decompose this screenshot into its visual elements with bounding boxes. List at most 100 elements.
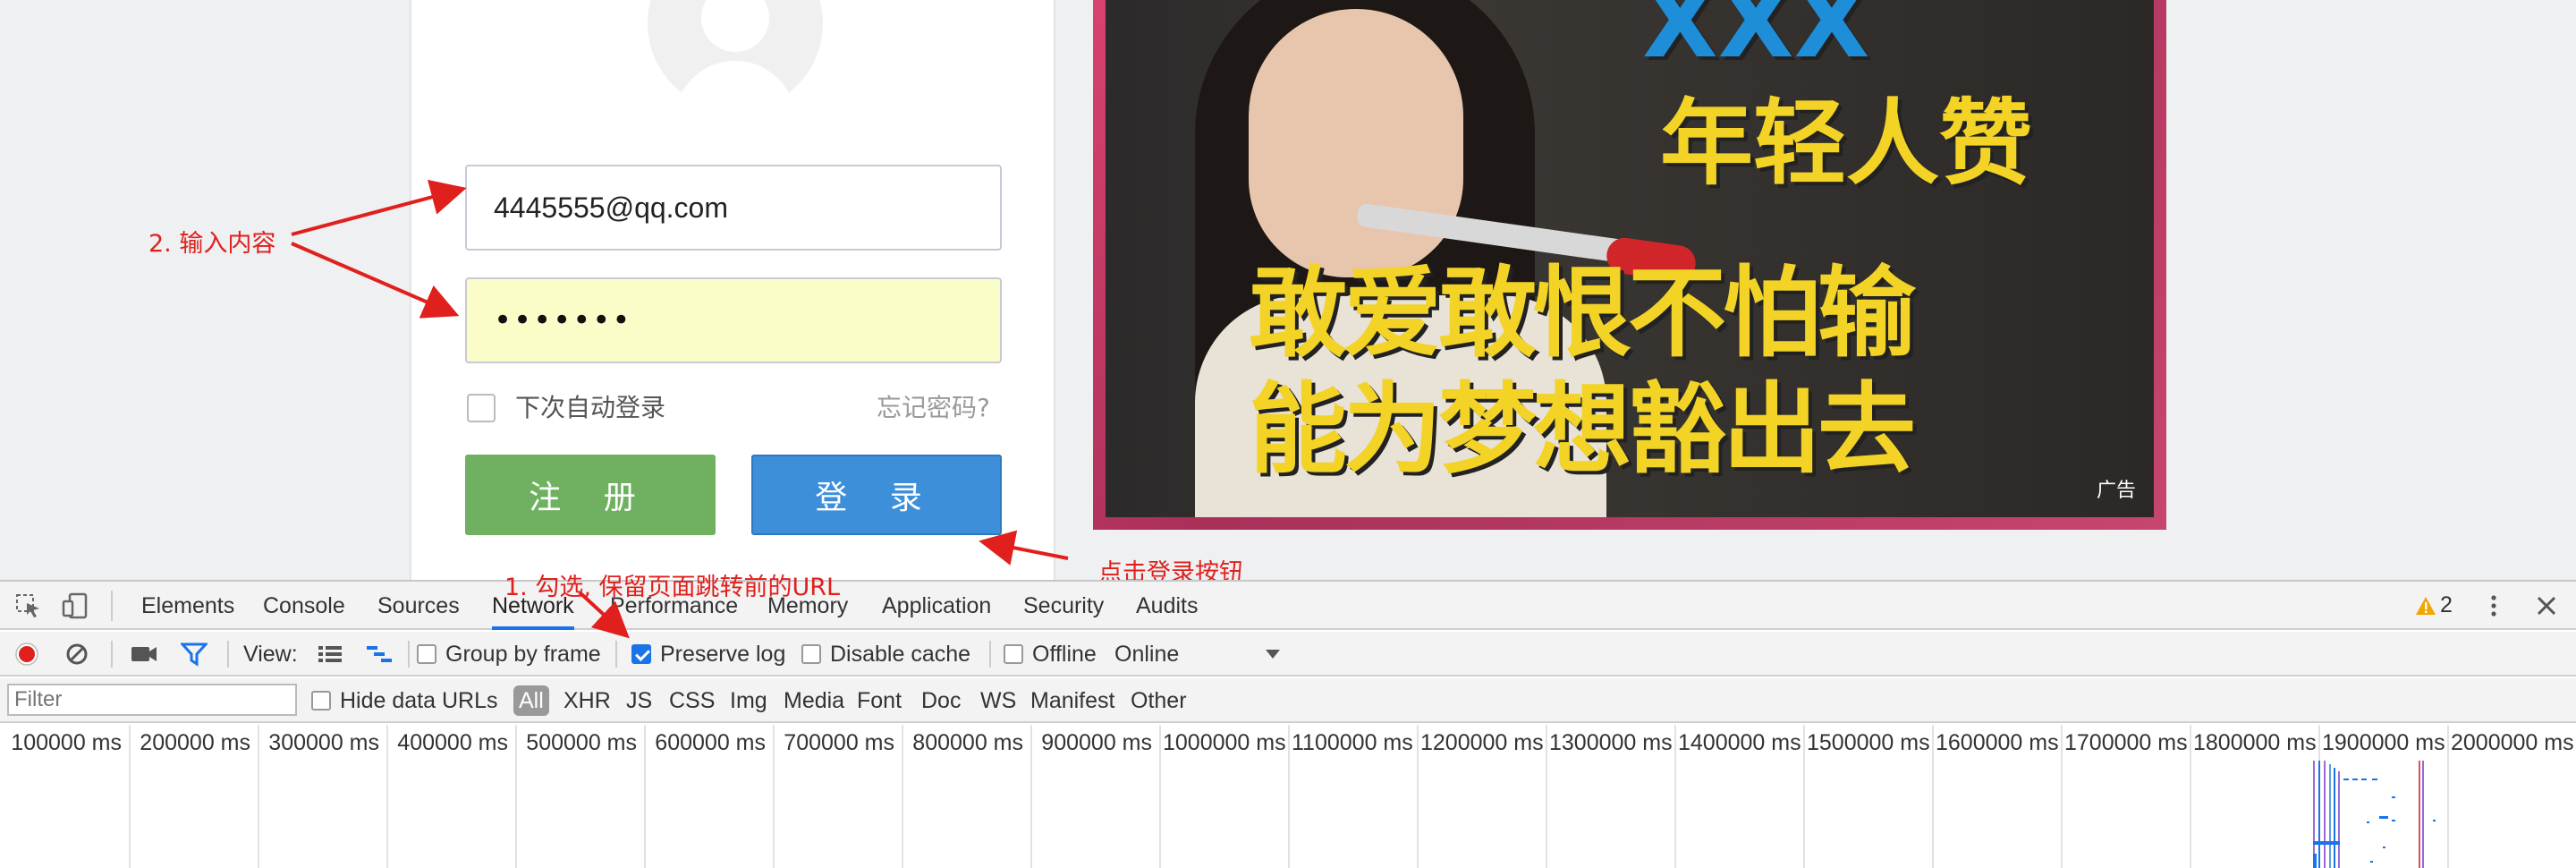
- inspect-icon[interactable]: [14, 592, 43, 619]
- waterfall-view-icon[interactable]: [365, 632, 394, 677]
- filter-input[interactable]: [7, 684, 297, 716]
- timeline-gridline: [2190, 725, 2191, 868]
- checkbox-box[interactable]: [801, 644, 821, 664]
- offline-label: Offline: [1032, 641, 1097, 667]
- tab-elements[interactable]: Elements: [141, 582, 234, 630]
- password-field[interactable]: •••••••: [465, 277, 1002, 363]
- ad-label: 广告: [2096, 480, 2136, 502]
- timeline-gridline: [386, 725, 388, 868]
- camera-icon[interactable]: [131, 632, 157, 677]
- timeline-gridline: [1546, 725, 1547, 868]
- close-icon[interactable]: [2533, 592, 2560, 619]
- list-view-icon[interactable]: [317, 632, 343, 677]
- timeline-tick-label: 1600000 ms: [1936, 730, 2059, 755]
- type-filter-all[interactable]: All: [513, 685, 549, 716]
- timeline-gridline: [1803, 725, 1805, 868]
- preserve-log-label: Preserve log: [660, 641, 786, 667]
- timeline-gridline: [1030, 725, 1032, 868]
- separator: [111, 591, 113, 621]
- register-button[interactable]: 注 册: [465, 455, 716, 535]
- timeline-tick-label: 200000 ms: [140, 730, 250, 755]
- warning-badge[interactable]: 2: [2415, 592, 2453, 618]
- throttling-select[interactable]: Online: [1114, 632, 1281, 677]
- timeline-gridline: [2061, 725, 2063, 868]
- ad-slogan: XXX 年轻人赞 敢爱敢恨不怕输 能为梦想豁出去: [1249, 0, 2154, 517]
- type-filter-img[interactable]: Img: [730, 678, 767, 723]
- type-filter-doc[interactable]: Doc: [921, 678, 961, 723]
- separator: [989, 641, 991, 668]
- tab-application[interactable]: Application: [882, 582, 991, 630]
- timeline-tick-label: 1800000 ms: [2193, 730, 2317, 755]
- type-filter-css[interactable]: CSS: [669, 678, 715, 723]
- timeline-tick-label: 600000 ms: [655, 730, 766, 755]
- remember-me-label[interactable]: 下次自动登录: [515, 394, 665, 422]
- timeline-tick-label: 1900000 ms: [2322, 730, 2445, 755]
- timeline-gridline: [129, 725, 131, 868]
- kebab-icon[interactable]: [2487, 592, 2501, 619]
- throttling-value: Online: [1114, 641, 1180, 667]
- checkbox-box[interactable]: [311, 691, 331, 711]
- network-filter-bar: Hide data URLs All XHR JS CSS Img Media Font Do…: [0, 678, 2576, 723]
- checkbox-box[interactable]: [1004, 644, 1023, 664]
- type-filter-other[interactable]: Other: [1131, 678, 1187, 723]
- annotation-input-note: 2. 输入内容: [148, 230, 276, 258]
- checkbox-box[interactable]: [631, 644, 651, 664]
- tab-audits[interactable]: Audits: [1136, 582, 1198, 630]
- tab-sources[interactable]: Sources: [377, 582, 460, 630]
- ad-image: XXX 年轻人赞 敢爱敢恨不怕输 能为梦想豁出去 广告: [1106, 0, 2154, 517]
- network-toolbar: View: Group by frame Preserve log Disabl…: [0, 632, 2576, 677]
- group-by-frame-checkbox[interactable]: Group by frame: [417, 632, 601, 677]
- offline-checkbox[interactable]: Offline: [1004, 632, 1097, 677]
- timeline-tick-label: 100000 ms: [11, 730, 122, 755]
- tab-console[interactable]: Console: [263, 582, 345, 630]
- timeline-tick-label: 700000 ms: [784, 730, 894, 755]
- timeline-tick-label: 1500000 ms: [1807, 730, 1930, 755]
- timeline-tick-label: 1200000 ms: [1420, 730, 1544, 755]
- warning-icon: [2416, 596, 2436, 615]
- clear-icon[interactable]: [64, 632, 89, 677]
- timeline-tick-label: 300000 ms: [268, 730, 379, 755]
- timeline-tick-label: 900000 ms: [1041, 730, 1152, 755]
- type-filter-manifest[interactable]: Manifest: [1030, 678, 1114, 723]
- annotation-preserve-note: 1. 勾选, 保留页面跳转前的URL: [504, 574, 841, 601]
- ad-banner[interactable]: XXX 年轻人赞 敢爱敢恨不怕输 能为梦想豁出去 广告: [1093, 0, 2166, 530]
- type-filter-font[interactable]: Font: [857, 678, 902, 723]
- login-button[interactable]: 登 录: [751, 455, 1002, 535]
- record-icon[interactable]: [14, 632, 39, 677]
- timeline-tick-label: 1700000 ms: [2064, 730, 2188, 755]
- separator: [408, 641, 410, 668]
- dropdown-icon: [1266, 650, 1281, 659]
- timeline-gridline: [644, 725, 646, 868]
- group-by-frame-label: Group by frame: [445, 641, 601, 667]
- timeline-tick-label: 1400000 ms: [1678, 730, 1801, 755]
- remember-me-checkbox[interactable]: [467, 394, 496, 422]
- device-icon[interactable]: [61, 592, 89, 619]
- separator: [111, 641, 113, 668]
- filter-icon[interactable]: [181, 632, 208, 677]
- disable-cache-label: Disable cache: [830, 641, 971, 667]
- timeline-tick-label: 2000000 ms: [2451, 730, 2574, 755]
- timeline-tick-label: 800000 ms: [912, 730, 1023, 755]
- ad-slogan-line: 能为梦想豁出去: [1249, 372, 1916, 487]
- ad-slogan-line: 敢爱敢恨不怕输: [1249, 256, 1916, 370]
- devtools-tab-bar: Elements Console Sources Network Performance…: [0, 582, 2576, 630]
- hide-data-urls-checkbox[interactable]: Hide data URLs: [311, 678, 497, 723]
- disable-cache-checkbox[interactable]: Disable cache: [801, 632, 970, 677]
- web-page: 4445555@qq.com ••••••• 下次自动登录 忘记密码? 注 册 …: [0, 0, 2576, 580]
- hide-data-urls-label: Hide data URLs: [340, 687, 498, 713]
- preserve-log-checkbox[interactable]: Preserve log: [631, 632, 785, 677]
- type-filter-media[interactable]: Media: [784, 678, 844, 723]
- type-filter-xhr[interactable]: XHR: [564, 678, 611, 723]
- tab-security[interactable]: Security: [1023, 582, 1104, 630]
- warning-count: 2: [2440, 592, 2453, 617]
- timeline-gridline: [1674, 725, 1676, 868]
- type-filter-ws[interactable]: WS: [980, 678, 1016, 723]
- checkbox-box[interactable]: [417, 644, 436, 664]
- forgot-password-link[interactable]: 忘记密码?: [877, 394, 990, 422]
- separator: [227, 641, 229, 668]
- ad-slogan-line: XXX: [1642, 0, 1870, 80]
- email-field[interactable]: 4445555@qq.com: [465, 165, 1002, 251]
- timeline-gridline: [258, 725, 259, 868]
- type-filter-js[interactable]: JS: [626, 678, 652, 723]
- ad-slogan-line: 年轻人赞: [1660, 89, 2033, 198]
